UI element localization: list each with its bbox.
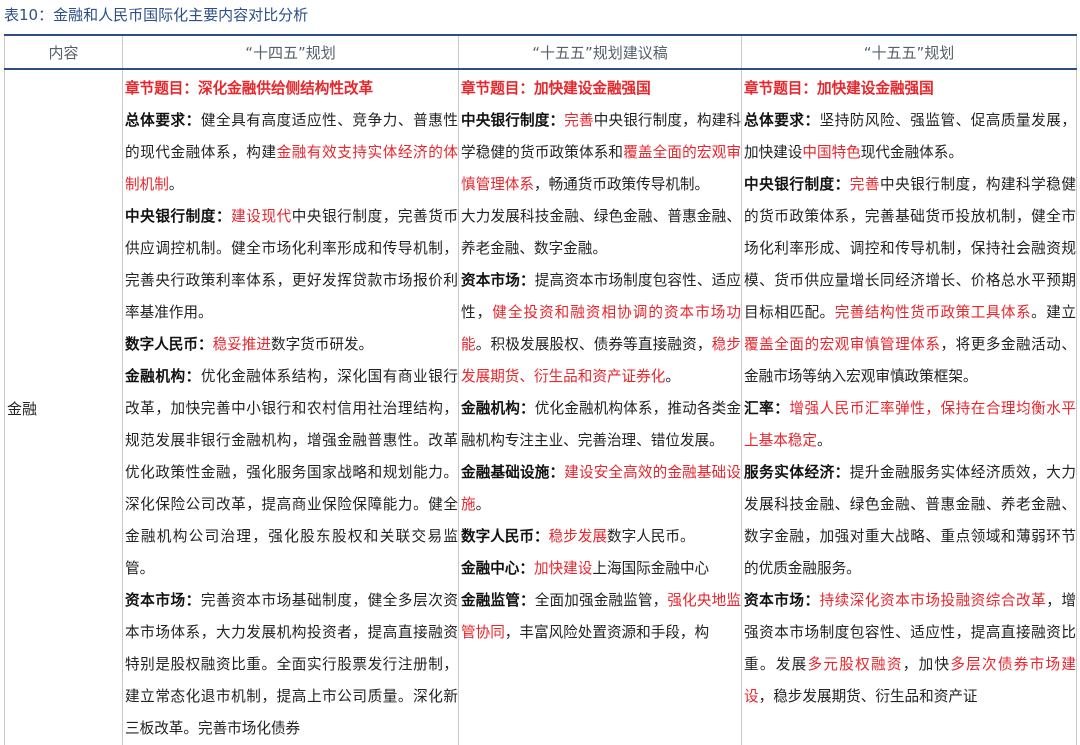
body-text: 优化金融体系结构，深化国有商业银行改革，加快完善中小银行和农村信用社治理结构，规… [125, 368, 458, 577]
item-heading: 汇率： [744, 400, 790, 417]
body-text: 现代金融体系。 [860, 144, 963, 161]
item-heading: 金融机构： [461, 400, 535, 417]
highlighted-text: 持续深化资本市场投融资综合改革 [819, 592, 1047, 609]
cell-paragraph: 章节题目：加快建设金融强国 [461, 73, 741, 105]
item-heading: 金融监管： [461, 592, 535, 609]
body-text: 中央银行制度，构建科学稳健的货币政策体系，完善基础货币投放机制，健全市场化利率形… [744, 176, 1076, 321]
cell-paragraph: 金融机构：优化金融机构体系，推动各类金融机构专注主业、完善治理、错位发展。 [461, 393, 741, 457]
highlighted-text: 增强人民币汇率弹性，保持在合理均衡水平上基本稳定 [744, 400, 1076, 449]
item-heading: 总体要求： [125, 112, 201, 129]
highlighted-text: 完善 [564, 112, 594, 129]
item-heading: 金融机构： [125, 368, 201, 385]
cell-paragraph: 资本市场：提高资本市场制度包容性、适应性，健全投资和融资相协调的资本市场功能。积… [461, 265, 741, 393]
cell-15th-plan: 章节题目：加快建设金融强国总体要求：坚持防风险、强监管、促高质量发展，加快建设中… [741, 69, 1077, 745]
item-heading: 资本市场： [461, 272, 535, 289]
header-15th-plan: “十五五”规划 [741, 34, 1077, 70]
cell-paragraph: 章节题目：加快建设金融强国 [744, 73, 1076, 105]
cell-paragraph: 汇率：增强人民币汇率弹性，保持在合理均衡水平上基本稳定。 [744, 393, 1076, 457]
item-heading: 金融基础设施： [461, 464, 565, 481]
item-heading: 金融中心： [461, 560, 534, 577]
cell-paragraph: 中央银行制度：建设现代中央银行制度，完善货币供应调控机制。健全市场化利率形成和传… [125, 201, 458, 329]
body-text: 上海国际金融中心 [592, 560, 710, 577]
table-row: 金融 章节题目：深化金融供给侧结构性改革总体要求：健全具有高度适应性、竞争力、普… [4, 69, 1077, 745]
cell-paragraph: 中央银行制度：完善中央银行制度，构建科学稳健的货币政策体系，完善基础货币投放机制… [744, 169, 1076, 393]
body-text: ，畅通货币政策传导机制。 [533, 176, 710, 193]
item-heading: 数字人民币： [125, 336, 213, 353]
body-text: 。积极发展股权、债券等直接融资， [475, 336, 712, 353]
cell-paragraph: 中央银行制度：完善中央银行制度，构建科学稳健的货币政策体系和覆盖全面的宏观审慎管… [461, 105, 741, 201]
header-14th-plan: “十四五”规划 [122, 34, 459, 70]
highlighted-text: 建设现代 [231, 208, 292, 225]
highlighted-text: 完善结构性货币政策工具体系 [834, 304, 1032, 321]
body-text: ，丰富风险处置资源和手段，构 [504, 624, 710, 641]
highlighted-text: 稳步发展 [548, 528, 607, 545]
cell-paragraph: 大力发展科技金融、绿色金融、普惠金融、养老金融、数字金融。 [461, 201, 741, 265]
cell-paragraph: 金融中心：加快建设上海国际金融中心 [461, 553, 741, 585]
header-row: 内容 “十四五”规划 “十五五”规划建议稿 “十五五”规划 [4, 34, 1077, 70]
highlighted-text: 中国特色 [802, 144, 861, 161]
highlighted-text: 章节题目：加快建设金融强国 [744, 80, 934, 97]
item-heading: 数字人民币： [461, 528, 549, 545]
body-text: ，稳步发展期货、衍生品和资产证 [758, 688, 978, 705]
cell-paragraph: 总体要求：坚持防风险、强监管、促高质量发展，加快建设中国特色现代金融体系。 [744, 105, 1076, 169]
header-15th-proposal: “十五五”规划建议稿 [458, 34, 742, 70]
body-text: 。 [665, 368, 680, 385]
cell-paragraph: 资本市场：完善资本市场基础制度，健全多层次资本市场体系，大力发展机构投资者，提高… [125, 585, 458, 745]
cell-paragraph: 总体要求：健全具有高度适应性、竞争力、普惠性的现代金融体系，构建金融有效支持实体… [125, 105, 458, 201]
highlighted-text: 覆盖全面的宏观审慎管理体系 [744, 336, 941, 353]
item-heading: 中央银行制度： [461, 112, 565, 129]
body-text: 大力发展科技金融、绿色金融、普惠金融、养老金融、数字金融。 [461, 208, 741, 257]
item-heading: 服务实体经济： [744, 464, 850, 481]
body-text: 数字人民币。 [606, 528, 695, 545]
body-text: 完善资本市场基础制度，健全多层次资本市场体系，大力发展机构投资者，提高直接融资特… [125, 592, 458, 737]
item-heading: 资本市场： [125, 592, 201, 609]
body-text: 。建立 [1031, 304, 1076, 321]
highlighted-text: 完善 [849, 176, 881, 193]
highlighted-text: 章节题目：深化金融供给侧结构性改革 [125, 80, 374, 97]
body-text: 。 [816, 432, 832, 449]
cell-paragraph: 数字人民币：稳步发展数字人民币。 [461, 521, 741, 553]
highlighted-text: 稳妥推进 [212, 336, 271, 353]
header-content: 内容 [4, 34, 123, 70]
cell-paragraph: 金融监管：全面加强金融监管，强化央地监管协同，丰富风险处置资源和手段，构 [461, 585, 741, 649]
cell-14th-plan: 章节题目：深化金融供给侧结构性改革总体要求：健全具有高度适应性、竞争力、普惠性的… [122, 69, 459, 745]
cell-15th-proposal: 章节题目：加快建设金融强国中央银行制度：完善中央银行制度，构建科学稳健的货币政策… [458, 69, 742, 745]
body-text: 全面加强金融监管， [534, 592, 668, 609]
table-caption: 表10：金融和人民币国际化主要内容对比分析 [4, 6, 309, 24]
cell-paragraph: 章节题目：深化金融供给侧结构性改革 [125, 73, 458, 105]
body-text: 数字货币研发。 [270, 336, 374, 353]
body-text: ，加快 [902, 656, 951, 673]
cell-paragraph: 资本市场：持续深化资本市场投融资综合改革，增强资本市场制度包容性、适应性，提高直… [744, 585, 1076, 713]
item-heading: 中央银行制度： [744, 176, 850, 193]
highlighted-text: 多元股权融资 [807, 656, 903, 673]
cell-paragraph: 数字人民币：稳妥推进数字货币研发。 [125, 329, 458, 361]
cell-paragraph: 金融机构：优化金融体系结构，深化国有商业银行改革，加快完善中小银行和农村信用社治… [125, 361, 458, 585]
cell-paragraph: 服务实体经济：提升金融服务实体经济质效，大力发展科技金融、绿色金融、普惠金融、养… [744, 457, 1076, 585]
highlighted-text: 加快建设 [533, 560, 593, 577]
item-heading: 总体要求： [744, 112, 820, 129]
body-text: 。 [168, 176, 184, 193]
cell-paragraph: 金融基础设施：建设安全高效的金融基础设施。 [461, 457, 741, 521]
item-heading: 中央银行制度： [125, 208, 232, 225]
row-label-finance: 金融 [4, 69, 123, 745]
item-heading: 资本市场： [744, 592, 820, 609]
highlighted-text: 章节题目：加快建设金融强国 [461, 80, 651, 97]
body-text: 。 [475, 496, 491, 513]
comparison-table: 内容 “十四五”规划 “十五五”规划建议稿 “十五五”规划 金融 章节题目：深化… [4, 34, 1077, 745]
